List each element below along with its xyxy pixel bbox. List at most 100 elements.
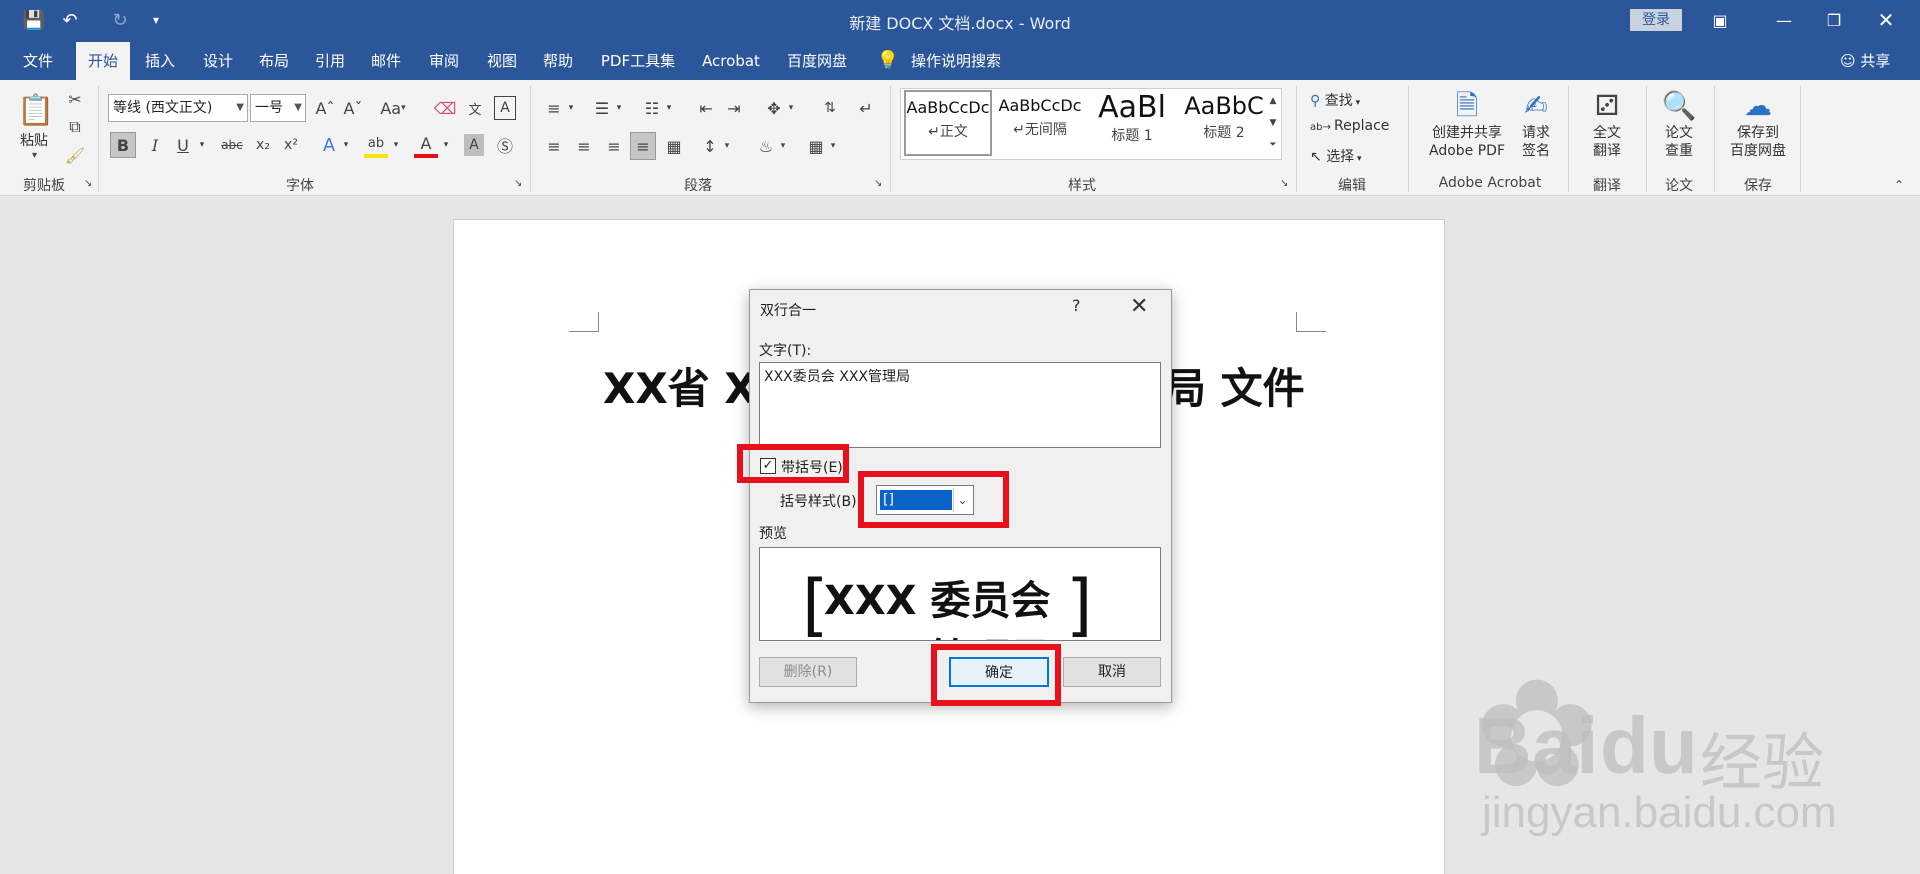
full-translate-button[interactable]: ⚂ 全文 翻译 (1580, 88, 1634, 160)
tab-design[interactable]: 设计 (196, 42, 240, 80)
delete-button[interactable]: 删除(R) (759, 657, 857, 687)
bold-icon[interactable]: B (110, 132, 136, 158)
enclose-characters-icon[interactable]: Ⓢ (494, 132, 516, 158)
clipboard-launcher-icon[interactable]: ↘ (84, 178, 92, 189)
tab-help[interactable]: 帮助 (536, 42, 580, 80)
styles-scroll-up-icon[interactable]: ▲ (1266, 90, 1280, 112)
tab-acrobat[interactable]: Acrobat (694, 42, 768, 80)
chevron-down-icon[interactable]: ▾ (828, 134, 838, 158)
chevron-down-icon[interactable]: ▾ (196, 132, 208, 158)
tab-file[interactable]: 文件 (14, 42, 62, 80)
paste-icon[interactable]: 📋 (17, 90, 54, 130)
paper-check-button[interactable]: 🔍 论文 查重 (1654, 88, 1704, 160)
document-heading-right[interactable]: 局 文件 (1164, 355, 1305, 416)
font-size-combo[interactable]: 一号 ▼ (250, 94, 306, 122)
minimize-icon[interactable]: — (1764, 6, 1804, 34)
replace-button[interactable]: ab→ Replace (1310, 118, 1389, 134)
chevron-down-icon[interactable]: ▾ (614, 96, 624, 120)
font-color-icon[interactable]: A (414, 132, 438, 158)
chevron-down-icon[interactable]: ▾ (390, 132, 402, 158)
styles-scroll-down-icon[interactable]: ▼ (1266, 112, 1280, 134)
italic-icon[interactable]: I (144, 132, 166, 158)
tab-insert[interactable]: 插入 (138, 42, 182, 80)
superscript-icon[interactable]: x² (280, 132, 302, 158)
shading-icon[interactable]: ♨ (754, 134, 778, 158)
decrease-indent-icon[interactable]: ⇤ (694, 96, 718, 120)
styles-launcher-icon[interactable]: ↘ (1280, 178, 1288, 189)
change-case-icon[interactable]: Aa ▾ (378, 96, 408, 120)
line-spacing-icon[interactable]: ↕ (698, 134, 722, 158)
distributed-icon[interactable]: ▦ (662, 134, 686, 158)
align-left-icon[interactable]: ≡ (542, 134, 566, 158)
chevron-down-icon[interactable]: ▾ (340, 132, 352, 158)
character-shading-icon[interactable]: A (464, 134, 484, 156)
tab-view[interactable]: 视图 (480, 42, 524, 80)
tab-review[interactable]: 审阅 (422, 42, 466, 80)
chevron-down-icon[interactable]: ▾ (786, 96, 796, 120)
tab-baidu-netdisk[interactable]: 百度网盘 (780, 42, 854, 80)
font-name-combo[interactable]: 等线 (西文正文) ▼ (108, 94, 248, 122)
character-border-icon[interactable]: A (494, 96, 516, 120)
strikethrough-icon[interactable]: abc (218, 132, 246, 158)
tab-pdf-tools[interactable]: PDF工具集 (594, 42, 682, 80)
find-button[interactable]: ⚲ 查找 ▾ (1310, 90, 1360, 110)
tab-references[interactable]: 引用 (308, 42, 352, 80)
help-button[interactable]: ? (1072, 296, 1081, 315)
cancel-button[interactable]: 取消 (1063, 657, 1161, 687)
styles-more-icon[interactable]: ⏷ (1266, 134, 1280, 156)
multilevel-list-icon[interactable]: ☷ (640, 96, 664, 120)
document-heading-left[interactable]: XX省 X (603, 355, 757, 416)
shrink-font-icon[interactable]: Aˇ (342, 96, 364, 120)
request-signature-button[interactable]: ✍ 请求 签名 (1516, 88, 1556, 160)
chinese-layout-icon[interactable]: ✥ (762, 96, 786, 120)
sort-icon[interactable]: ⇅ (818, 96, 842, 120)
close-icon[interactable]: ✕ (1866, 6, 1906, 34)
clear-formatting-icon[interactable]: ⌫ (434, 96, 457, 120)
tab-layout[interactable]: 布局 (252, 42, 296, 80)
borders-icon[interactable]: ▦ (804, 134, 828, 158)
undo-icon[interactable]: ↶ (58, 8, 82, 32)
share-button[interactable]: ☺ 共享 (1840, 42, 1890, 80)
select-button[interactable]: ↖ 选择 ▾ (1310, 146, 1362, 166)
chevron-down-icon[interactable]: ▾ (778, 134, 788, 158)
lightbulb-icon[interactable]: 💡 (876, 42, 900, 80)
save-icon[interactable]: 💾 (22, 8, 46, 32)
align-right-icon[interactable]: ≡ (602, 134, 626, 158)
subscript-icon[interactable]: x₂ (252, 132, 274, 158)
font-launcher-icon[interactable]: ↘ (514, 178, 522, 189)
bullets-icon[interactable]: ≡ (542, 96, 566, 120)
grow-font-icon[interactable]: Aˆ (314, 96, 336, 120)
style-no-spacing[interactable]: AaBbCcDc ↵无间隔 (996, 90, 1084, 156)
increase-indent-icon[interactable]: ⇥ (722, 96, 746, 120)
justify-icon[interactable]: ≡ (630, 132, 656, 160)
highlight-icon[interactable]: ab (364, 132, 388, 158)
chevron-down-icon[interactable]: ▾ (566, 96, 576, 120)
paste-dropdown-icon[interactable]: ▾ (32, 150, 37, 161)
tell-me-search[interactable]: 操作说明搜索 (906, 42, 1006, 80)
paragraph-launcher-icon[interactable]: ↘ (874, 178, 882, 189)
tab-mailings[interactable]: 邮件 (364, 42, 408, 80)
dialog-close-icon[interactable]: ✕ (1130, 294, 1148, 319)
chevron-down-icon[interactable]: ▾ (440, 132, 452, 158)
login-button[interactable]: 登录 (1630, 9, 1682, 31)
tab-home[interactable]: 开始 (76, 42, 130, 80)
paste-label[interactable]: 粘贴 (20, 130, 48, 150)
chevron-down-icon[interactable]: ▾ (664, 96, 674, 120)
ribbon-display-icon[interactable]: ▣ (1700, 6, 1740, 34)
text-effects-icon[interactable]: A (318, 132, 340, 158)
save-to-baidu-button[interactable]: ☁ 保存到 百度网盘 (1722, 88, 1794, 160)
text-input[interactable]: XXX委员会 XXX管理局 (759, 362, 1161, 448)
align-center-icon[interactable]: ≡ (572, 134, 596, 158)
style-normal[interactable]: AaBbCcDc ↵正文 (904, 90, 992, 156)
create-share-pdf-button[interactable]: 🗎 创建并共享 Adobe PDF (1420, 88, 1514, 160)
style-heading-1[interactable]: AaBl 标题 1 (1088, 90, 1176, 156)
copy-icon[interactable]: ⧉ (64, 116, 86, 138)
chevron-down-icon[interactable]: ▾ (722, 134, 732, 158)
restore-icon[interactable]: ❐ (1814, 6, 1854, 34)
cut-icon[interactable]: ✂ (64, 88, 86, 110)
customize-icon[interactable]: ▾ (144, 8, 168, 32)
underline-icon[interactable]: U (172, 132, 194, 158)
redo-icon[interactable]: ↻ (108, 8, 132, 32)
numbering-icon[interactable]: ☰ (590, 96, 614, 120)
collapse-ribbon-icon[interactable]: ⌃ (1894, 178, 1904, 192)
